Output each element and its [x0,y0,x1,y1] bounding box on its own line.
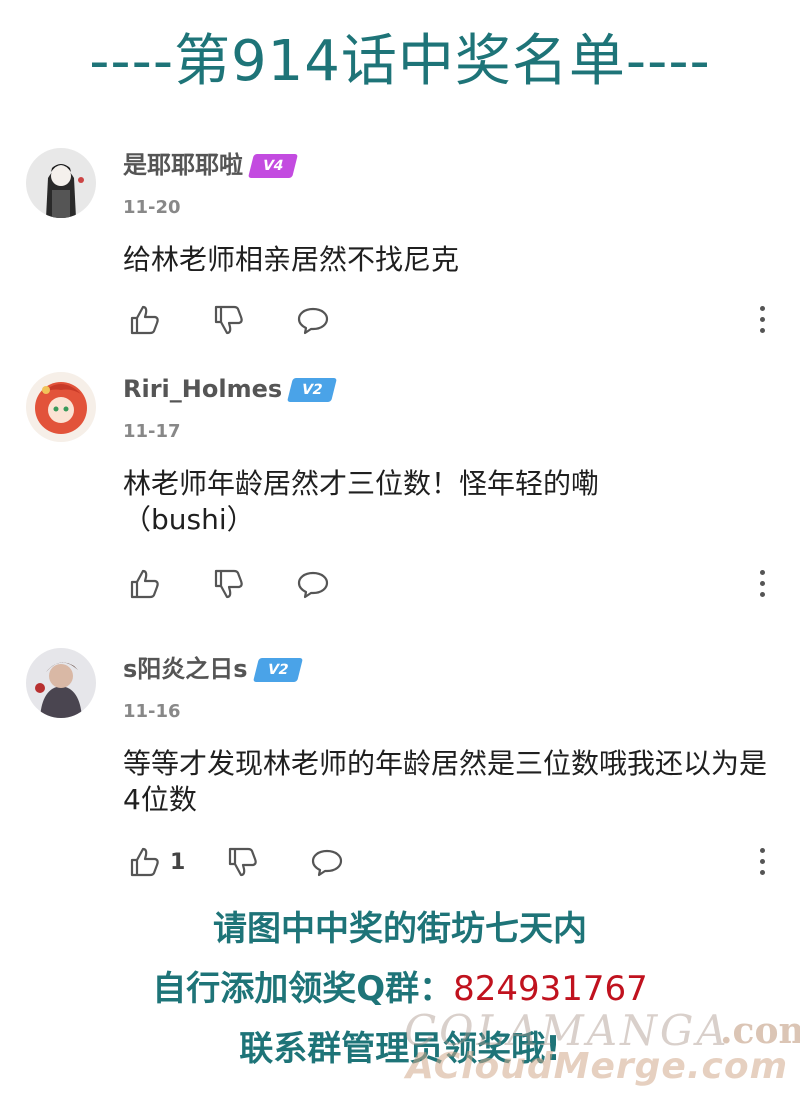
username[interactable]: Riri_Holmes V2 [123,374,338,404]
reply-button[interactable] [310,842,344,882]
thumbs-down-icon [214,305,243,335]
qq-group-number: 824931767 [453,969,648,1009]
thumbs-up-icon [130,569,159,599]
comment-text: 等等才发现林老师的年龄居然是三位数哦我还以为是4位数 [123,747,768,816]
comment-date: 11-17 [123,421,181,442]
avatar[interactable] [26,372,96,442]
username[interactable]: 是耶耶耶啦 V4 [123,150,298,180]
thumbs-up-icon [130,847,159,877]
dislike-button[interactable] [226,842,260,882]
like-button[interactable] [128,564,170,604]
avatar[interactable] [26,648,96,718]
notice-line-1: 请图中中奖的街坊七天内 [213,909,587,949]
comment-bubble-icon [297,307,329,335]
dislike-button[interactable] [212,300,246,340]
like-count: 1 [170,849,186,875]
level-badge: V4 [248,154,298,178]
comment-text: 林老师年龄居然才三位数！怪年轻的嘞（bushi） [123,467,600,536]
reply-button[interactable] [296,564,330,604]
watermark-acloudmerge: ACloudMerge.com [406,1046,789,1087]
reply-button[interactable] [296,300,330,340]
like-button[interactable] [128,300,170,340]
level-badge: V2 [287,378,338,402]
avatar[interactable] [26,148,96,218]
comment-bubble-icon [297,571,329,599]
notice-line-2-prefix: 自行添加领奖Q群： [152,969,454,1009]
comment-text: 给林老师相亲居然不找尼克 [123,243,460,276]
thumbs-up-icon [130,305,159,335]
comment-actions [128,564,768,604]
more-vertical-icon[interactable] [756,568,768,600]
thumbs-down-icon [214,569,243,599]
page-title: ----第914话中奖名单---- [89,29,711,94]
level-badge: V2 [252,658,303,682]
thumbs-down-icon [228,847,257,877]
more-vertical-icon[interactable] [756,304,768,336]
dislike-button[interactable] [212,564,246,604]
like-button[interactable]: 1 [128,842,185,882]
more-vertical-icon[interactable] [756,846,768,878]
comment-actions: 1 [128,842,768,882]
comment-bubble-icon [311,849,343,877]
comment-date: 11-16 [123,701,181,722]
username[interactable]: s阳炎之日s V2 [123,654,303,684]
comment-date: 11-20 [123,197,181,218]
comment-actions [128,300,768,340]
